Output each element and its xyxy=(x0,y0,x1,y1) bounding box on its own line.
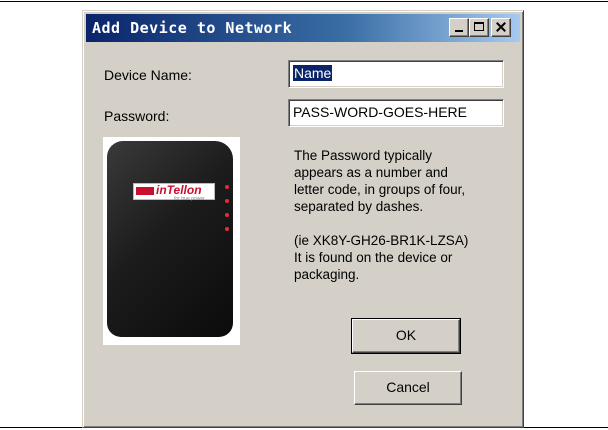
password-value: PASS-WORD-GOES-HERE xyxy=(293,104,467,120)
status-led xyxy=(225,227,229,231)
device-tagline: for true power xyxy=(174,196,205,202)
device-name-input[interactable]: Name xyxy=(288,60,504,88)
help-line: (ie XK8Y-GH26-BR1K-LZSA) xyxy=(294,233,469,248)
add-device-dialog: Add Device to Network Device Name: Name … xyxy=(82,10,524,428)
minimize-icon xyxy=(455,30,463,32)
status-led xyxy=(225,185,229,189)
device-name-value: Name xyxy=(293,65,333,81)
password-input[interactable]: PASS-WORD-GOES-HERE xyxy=(288,99,504,127)
help-line: It is found on the device or xyxy=(294,250,453,265)
help-line: The Password typically xyxy=(294,148,433,163)
close-button[interactable] xyxy=(491,18,511,37)
status-led xyxy=(225,199,229,203)
maximize-button[interactable] xyxy=(469,18,489,37)
maximize-icon xyxy=(474,22,484,31)
title-bar[interactable]: Add Device to Network xyxy=(86,14,520,42)
ok-button[interactable]: OK xyxy=(351,318,461,354)
password-label: Password: xyxy=(104,108,170,124)
status-led xyxy=(225,213,229,217)
device-brand: inTellon xyxy=(156,183,202,197)
help-line: packaging. xyxy=(294,267,360,282)
page-rule-top xyxy=(0,1,608,2)
adapter-body: inTellon for true power xyxy=(107,141,233,337)
cancel-button[interactable]: Cancel xyxy=(354,371,462,405)
device-image: inTellon for true power xyxy=(103,137,240,345)
help-line: letter code, in groups of four, xyxy=(294,182,466,197)
help-line: appears as a number and xyxy=(294,165,448,180)
close-icon xyxy=(496,22,506,32)
device-logo: inTellon for true power xyxy=(133,183,215,202)
device-name-label: Device Name: xyxy=(104,67,192,83)
logo-mark xyxy=(136,187,154,195)
help-line: separated by dashes. xyxy=(294,199,424,214)
minimize-button[interactable] xyxy=(449,18,469,37)
window-title: Add Device to Network xyxy=(92,19,293,37)
